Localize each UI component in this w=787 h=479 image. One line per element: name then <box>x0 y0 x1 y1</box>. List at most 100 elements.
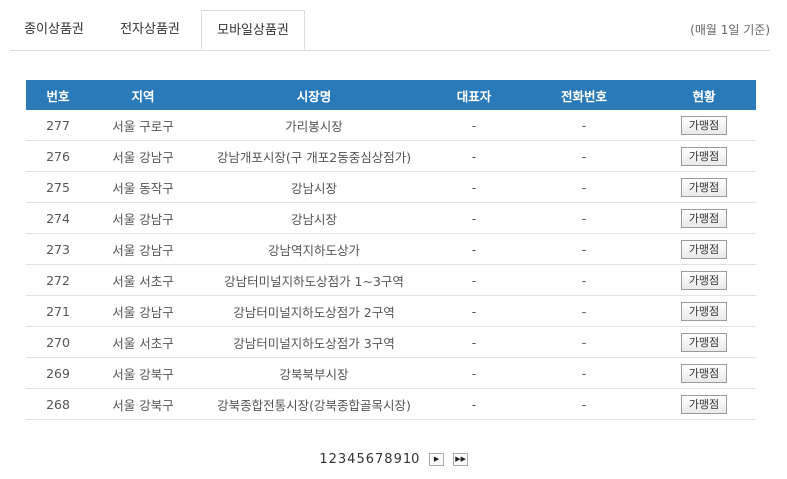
cell-status: 가맹점 <box>652 171 756 203</box>
tab-bar: 종이상품권 전자상품권 모바일상품권 (매월 1일 기준) <box>10 10 770 51</box>
cell-phone: - <box>516 171 652 203</box>
cell-market-name: 강남터미널지하도상점가 1~3구역 <box>196 264 432 296</box>
cell-market-name: 강남시장 <box>196 171 432 203</box>
affiliate-store-button[interactable]: 가맹점 <box>680 239 728 259</box>
table-row: 276 서울 강남구 강남개포시장(구 개포2동중심상점가) - - 가맹점 <box>26 140 756 172</box>
cell-market-name: 강남터미널지하도상점가 2구역 <box>196 295 432 327</box>
affiliate-store-button[interactable]: 가맹점 <box>680 363 728 383</box>
cell-region: 서울 강남구 <box>90 295 196 327</box>
cell-phone: - <box>516 264 652 296</box>
page-link[interactable]: 8 <box>384 452 392 467</box>
page-link[interactable]: 7 <box>375 452 383 467</box>
table-row: 270 서울 서초구 강남터미널지하도상점가 3구역 - - 가맹점 <box>26 326 756 358</box>
page-link[interactable]: 2 <box>329 452 337 467</box>
monthly-basis-note: (매월 1일 기준) <box>690 23 770 37</box>
cell-status: 가맹점 <box>652 264 756 296</box>
cell-region: 서울 강남구 <box>90 202 196 234</box>
cell-phone: - <box>516 140 652 172</box>
affiliate-store-button[interactable]: 가맹점 <box>680 270 728 290</box>
cell-market-name: 강남시장 <box>196 202 432 234</box>
cell-number: 275 <box>26 171 90 203</box>
cell-market-name: 강남개포시장(구 개포2동중심상점가) <box>196 140 432 172</box>
page-link[interactable]: 3 <box>338 452 346 467</box>
table-row: 273 서울 강남구 강남역지하도상가 - - 가맹점 <box>26 233 756 265</box>
affiliate-store-button[interactable]: 가맹점 <box>680 115 728 135</box>
cell-number: 273 <box>26 233 90 265</box>
cell-number: 271 <box>26 295 90 327</box>
cell-region: 서울 구로구 <box>90 110 196 141</box>
affiliate-store-button[interactable]: 가맹점 <box>680 332 728 352</box>
cell-market-name: 강북북부시장 <box>196 357 432 389</box>
page-link[interactable]: 5 <box>356 452 364 467</box>
table-row: 269 서울 강북구 강북북부시장 - - 가맹점 <box>26 357 756 389</box>
market-table: 번호 지역 시장명 대표자 전화번호 현황 277 서울 구로구 가리봉시장 - - 가맹… <box>26 80 756 420</box>
cell-number: 277 <box>26 110 90 141</box>
cell-representative: - <box>432 264 516 296</box>
table-row: 275 서울 동작구 강남시장 - - 가맹점 <box>26 171 756 203</box>
cell-number: 272 <box>26 264 90 296</box>
cell-phone: - <box>516 233 652 265</box>
col-header-phone: 전화번호 <box>516 80 652 110</box>
cell-region: 서울 서초구 <box>90 264 196 296</box>
next-page-icon[interactable]: ▶ <box>429 453 445 466</box>
affiliate-store-button[interactable]: 가맹점 <box>680 301 728 321</box>
cell-phone: - <box>516 202 652 234</box>
col-header-number: 번호 <box>26 80 90 110</box>
table-row: 274 서울 강남구 강남시장 - - 가맹점 <box>26 202 756 234</box>
cell-phone: - <box>516 326 652 358</box>
cell-status: 가맹점 <box>652 357 756 389</box>
cell-number: 270 <box>26 326 90 358</box>
pagination: 12345678910 ▶ ▶▶ <box>0 452 787 467</box>
cell-number: 268 <box>26 388 90 420</box>
affiliate-store-button[interactable]: 가맹점 <box>680 394 728 414</box>
page-link[interactable]: 10 <box>403 452 420 467</box>
cell-region: 서울 강남구 <box>90 233 196 265</box>
table-row: 272 서울 서초구 강남터미널지하도상점가 1~3구역 - - 가맹점 <box>26 264 756 296</box>
cell-representative: - <box>432 295 516 327</box>
cell-representative: - <box>432 171 516 203</box>
cell-phone: - <box>516 388 652 420</box>
cell-region: 서울 강북구 <box>90 357 196 389</box>
cell-status: 가맹점 <box>652 202 756 234</box>
table-row: 277 서울 구로구 가리봉시장 - - 가맹점 <box>26 110 756 141</box>
cell-status: 가맹점 <box>652 388 756 420</box>
page-link[interactable]: 6 <box>366 452 374 467</box>
table-row: 268 서울 강북구 강북종합전통시장(강북종합골목시장) - - 가맹점 <box>26 388 756 420</box>
cell-market-name: 강북종합전통시장(강북종합골목시장) <box>196 388 432 420</box>
cell-region: 서울 강남구 <box>90 140 196 172</box>
page-link[interactable]: 9 <box>394 452 402 467</box>
cell-phone: - <box>516 295 652 327</box>
table-row: 271 서울 강남구 강남터미널지하도상점가 2구역 - - 가맹점 <box>26 295 756 327</box>
cell-representative: - <box>432 110 516 141</box>
cell-number: 269 <box>26 357 90 389</box>
cell-market-name: 강남역지하도상가 <box>196 233 432 265</box>
cell-status: 가맹점 <box>652 326 756 358</box>
page-link[interactable]: 4 <box>347 452 355 467</box>
cell-number: 276 <box>26 140 90 172</box>
col-header-region: 지역 <box>90 80 196 110</box>
cell-status: 가맹점 <box>652 110 756 141</box>
col-header-representative: 대표자 <box>432 80 516 110</box>
affiliate-store-button[interactable]: 가맹점 <box>680 146 728 166</box>
page-link[interactable]: 1 <box>319 452 327 467</box>
cell-phone: - <box>516 110 652 141</box>
table-header-row: 번호 지역 시장명 대표자 전화번호 현황 <box>26 80 756 110</box>
affiliate-store-button[interactable]: 가맹점 <box>680 177 728 197</box>
cell-status: 가맹점 <box>652 233 756 265</box>
affiliate-store-button[interactable]: 가맹점 <box>680 208 728 228</box>
cell-region: 서울 동작구 <box>90 171 196 203</box>
tab-paper-voucher[interactable]: 종이상품권 <box>10 10 98 50</box>
cell-region: 서울 강북구 <box>90 388 196 420</box>
tab-electronic-voucher[interactable]: 전자상품권 <box>98 10 202 50</box>
cell-number: 274 <box>26 202 90 234</box>
cell-representative: - <box>432 388 516 420</box>
cell-status: 가맹점 <box>652 140 756 172</box>
cell-representative: - <box>432 233 516 265</box>
cell-market-name: 강남터미널지하도상점가 3구역 <box>196 326 432 358</box>
cell-region: 서울 서초구 <box>90 326 196 358</box>
last-page-icon[interactable]: ▶▶ <box>453 453 469 466</box>
tab-mobile-voucher[interactable]: 모바일상품권 <box>201 10 305 50</box>
cell-status: 가맹점 <box>652 295 756 327</box>
cell-representative: - <box>432 326 516 358</box>
col-header-status: 현황 <box>652 80 756 110</box>
